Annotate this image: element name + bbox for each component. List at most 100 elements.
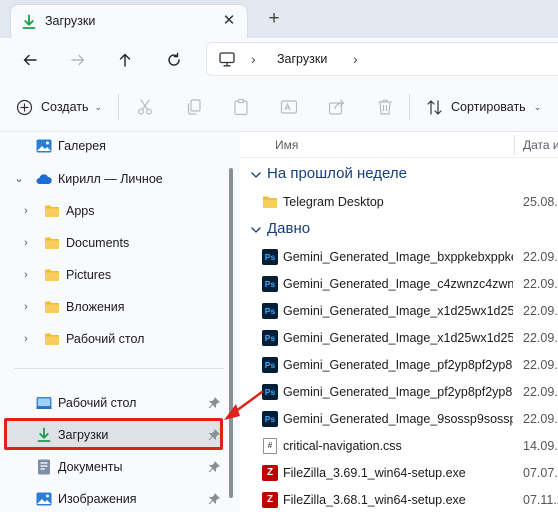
chevron-right-icon[interactable]: › — [20, 300, 32, 314]
chevron-down-icon[interactable]: ⌄ — [13, 172, 25, 186]
desktop-icon — [36, 397, 52, 409]
list-item[interactable]: Z FileZilla_3.69.1_win64-setup.exe 07.07… — [240, 460, 558, 487]
column-headers: Имя Дата и — [240, 132, 558, 158]
breadcrumb-downloads[interactable]: Загрузки — [277, 52, 327, 66]
pin-icon[interactable] — [208, 461, 220, 473]
divider — [409, 94, 410, 120]
divider — [118, 94, 119, 120]
pin-icon[interactable] — [208, 397, 220, 409]
sidebar-item-pictures[interactable]: › Pictures — [0, 261, 228, 289]
file-date: 22.09.2 — [523, 385, 558, 399]
sidebar-item-gallery[interactable]: Галерея — [0, 132, 228, 160]
sort-label: Сортировать — [451, 100, 526, 114]
photoshop-file-icon: Ps — [262, 384, 278, 400]
sidebar-item-desktop-folder[interactable]: › Рабочий стол — [0, 325, 228, 353]
file-name: Gemini_Generated_Image_bxppkebxppke... — [283, 250, 513, 264]
pictures-icon — [36, 492, 52, 506]
group-label: Давно — [267, 220, 311, 237]
file-name: Gemini_Generated_Image_x1d25wx1d25... — [283, 304, 513, 318]
forward-button[interactable] — [65, 47, 91, 73]
chevron-down-icon: ⌄ — [94, 101, 103, 112]
sidebar-item-onedrive[interactable]: ⌄ Кирилл — Личное — [0, 165, 228, 193]
group-label: На прошлой неделе — [267, 165, 407, 182]
chevron-right-icon[interactable]: › — [20, 268, 32, 282]
list-item[interactable]: Ps Gemini_Generated_Image_pf2yp8pf2yp8..… — [240, 379, 558, 406]
refresh-button[interactable] — [161, 47, 187, 73]
breadcrumb-separator[interactable]: › — [353, 51, 358, 67]
file-name: FileZilla_3.69.1_win64-setup.exe — [283, 466, 466, 480]
new-tab-button[interactable]: + — [262, 6, 286, 32]
paste-button[interactable] — [230, 96, 252, 118]
address-bar[interactable]: › Загрузки › — [206, 42, 558, 76]
list-item[interactable]: Telegram Desktop 25.08.2 — [240, 189, 558, 216]
folder-icon — [263, 196, 277, 208]
sidebar-item-attachments[interactable]: › Вложения — [0, 293, 228, 321]
sidebar-item-documents-pinned[interactable]: Документы — [0, 453, 228, 481]
sidebar-item-label: Рабочий стол — [66, 332, 145, 346]
share-button[interactable] — [326, 96, 348, 118]
navigation-bar: › Загрузки › — [0, 38, 558, 82]
command-bar: Создать ⌄ Сортировать ⌄ — [0, 82, 558, 132]
sidebar-item-label: Pictures — [66, 268, 112, 282]
back-button[interactable] — [17, 47, 43, 73]
breadcrumb-separator[interactable]: › — [251, 51, 256, 67]
file-date: 25.08.2 — [523, 195, 558, 209]
sidebar-item-images[interactable]: Изображения — [0, 485, 228, 512]
chevron-down-icon — [251, 172, 261, 178]
file-name: Gemini_Generated_Image_9sossp9sossp9... — [283, 412, 513, 426]
refresh-icon — [168, 52, 180, 66]
file-name: Gemini_Generated_Image_c4zwnzc4zwnz... — [283, 277, 513, 291]
create-button[interactable]: Создать ⌄ — [16, 94, 102, 120]
file-name: FileZilla_3.68.1_win64-setup.exe — [283, 493, 466, 507]
sort-button[interactable]: Сортировать ⌄ — [426, 94, 541, 120]
delete-button[interactable] — [374, 96, 396, 118]
sidebar-item-label: Documents — [66, 236, 130, 250]
copy-button[interactable] — [183, 96, 205, 118]
file-date: 22.09.2 — [523, 331, 558, 345]
sidebar-item-documents[interactable]: › Documents — [0, 229, 228, 257]
photoshop-file-icon: Ps — [262, 411, 278, 427]
file-name: Gemini_Generated_Image_pf2yp8pf2yp8... — [283, 385, 513, 399]
column-header-name[interactable]: Имя — [275, 138, 298, 152]
list-item[interactable]: Ps Gemini_Generated_Image_bxppkebxppke..… — [240, 244, 558, 271]
folder-icon — [45, 205, 59, 217]
rename-button[interactable] — [278, 96, 300, 118]
scrollbar[interactable] — [229, 168, 233, 498]
arrow-up-icon — [119, 53, 131, 67]
file-date: 22.09.2 — [523, 250, 558, 264]
photoshop-file-icon: Ps — [262, 249, 278, 265]
chevron-right-icon[interactable]: › — [20, 236, 32, 250]
list-item[interactable]: Ps Gemini_Generated_Image_x1d25wx1d25...… — [240, 298, 558, 325]
sidebar-item-label: Документы — [58, 460, 123, 474]
list-item[interactable]: Ps Gemini_Generated_Image_pf2yp8pf2yp8..… — [240, 352, 558, 379]
file-name: Gemini_Generated_Image_x1d25wx1d25... — [283, 331, 513, 345]
list-item[interactable]: # critical-navigation.css 14.09.2 — [240, 433, 558, 460]
group-header[interactable]: Давно — [240, 217, 558, 243]
close-tab-icon[interactable]: ✕ — [217, 9, 241, 33]
up-button[interactable] — [112, 47, 138, 73]
list-item[interactable]: Ps Gemini_Generated_Image_c4zwnzc4zwnz..… — [240, 271, 558, 298]
list-item[interactable]: Z FileZilla_3.68.1_win64-setup.exe 07.11… — [240, 487, 558, 512]
chevron-right-icon[interactable]: › — [20, 332, 32, 346]
file-name: Gemini_Generated_Image_pf2yp8pf2yp8... — [283, 358, 513, 372]
column-divider[interactable] — [514, 135, 515, 155]
copy-icon — [187, 99, 201, 115]
documents-icon — [38, 459, 50, 475]
list-item[interactable]: Ps Gemini_Generated_Image_x1d25wx1d25...… — [240, 325, 558, 352]
group-header[interactable]: На прошлой неделе — [240, 162, 558, 188]
pin-icon[interactable] — [208, 493, 220, 505]
sidebar-item-label: Apps — [66, 204, 95, 218]
filezilla-icon: Z — [262, 492, 278, 508]
tab-downloads[interactable]: Загрузки ✕ — [10, 4, 248, 38]
column-header-date[interactable]: Дата и — [523, 138, 558, 152]
file-date: 22.09.2 — [523, 412, 558, 426]
sidebar-item-apps[interactable]: › Apps — [0, 197, 228, 225]
sidebar-item-desktop[interactable]: Рабочий стол — [0, 389, 228, 417]
cut-button[interactable] — [134, 96, 156, 118]
sort-icon — [427, 99, 442, 115]
css-file-icon: # — [263, 438, 277, 454]
chevron-right-icon[interactable]: › — [20, 204, 32, 218]
share-icon — [328, 99, 345, 115]
plus-circle-icon — [16, 99, 33, 115]
list-item[interactable]: Ps Gemini_Generated_Image_9sossp9sossp9.… — [240, 406, 558, 433]
